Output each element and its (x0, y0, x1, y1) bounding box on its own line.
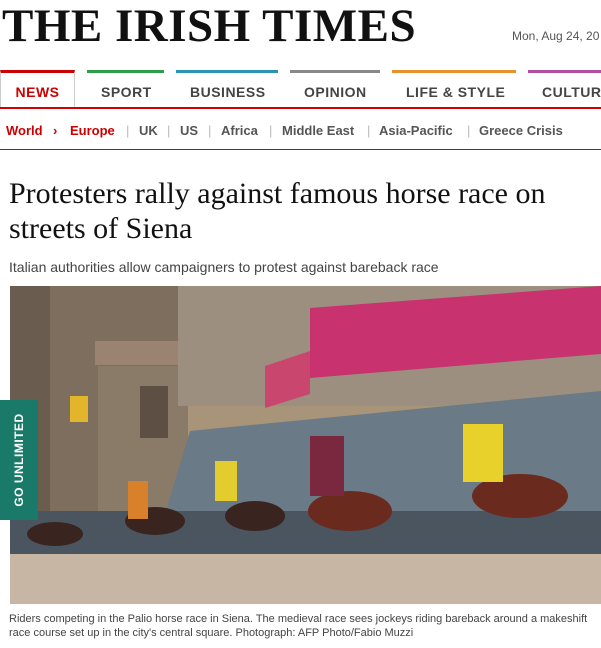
subnav-africa[interactable]: Africa (221, 123, 258, 138)
photo-caption: Riders competing in the Palio horse race… (9, 613, 588, 639)
chevron-right-icon: › (53, 123, 58, 138)
nav-culture[interactable]: CULTUR (528, 70, 601, 108)
subnav-divider (0, 149, 601, 150)
current-date: Mon, Aug 24, 20 (512, 29, 600, 43)
subnav-europe[interactable]: Europe (70, 123, 115, 138)
subnav-separator: | (367, 123, 371, 138)
article-standfirst: Italian authorities allow campaigners to… (9, 259, 439, 275)
subnav-world[interactable]: World (6, 123, 43, 138)
subnav-us[interactable]: US (180, 123, 198, 138)
go-unlimited-label: GO UNLIMITED (12, 413, 26, 507)
masthead: THE IRISH TIMES Mon, Aug 24, 20 (0, 0, 601, 60)
nav-opinion[interactable]: OPINION (290, 70, 380, 108)
nav-sport[interactable]: SPORT (87, 70, 164, 108)
article-headline: Protesters rally against famous horse ra… (9, 177, 546, 245)
subnav-middle-east[interactable]: Middle East (282, 123, 354, 138)
main-nav: NEWS SPORT BUSINESS OPINION LIFE & STYLE… (0, 70, 601, 108)
nav-divider (0, 107, 601, 109)
subnav-uk[interactable]: UK (139, 123, 158, 138)
subnav-asia-pacific[interactable]: Asia-Pacific (379, 123, 453, 138)
subnav-separator: | (167, 123, 171, 138)
subnav-greece-crisis[interactable]: Greece Crisis (479, 123, 563, 138)
article-photo (10, 286, 601, 604)
subnav-separator: | (208, 123, 212, 138)
nav-business[interactable]: BUSINESS (176, 70, 278, 108)
nav-life-style[interactable]: LIFE & STYLE (392, 70, 516, 108)
subnav-separator: | (126, 123, 130, 138)
subnav-separator: | (269, 123, 273, 138)
subnav-separator: | (467, 123, 471, 138)
nav-news[interactable]: NEWS (0, 70, 75, 108)
site-logo[interactable]: THE IRISH TIMES (2, 2, 416, 50)
go-unlimited-tab[interactable]: GO UNLIMITED (0, 400, 38, 520)
section-subnav: World › Europe | UK | US | Africa | Midd… (0, 116, 601, 146)
